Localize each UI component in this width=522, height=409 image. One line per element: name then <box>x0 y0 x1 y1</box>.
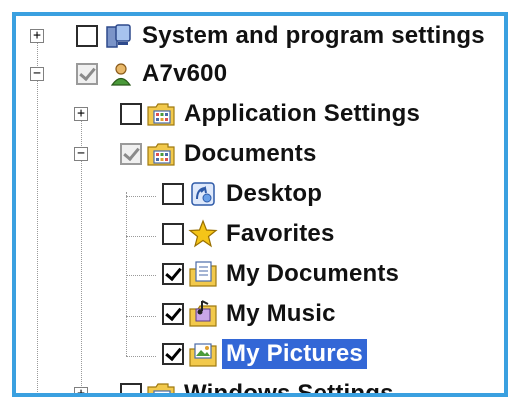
star-icon <box>188 219 218 248</box>
folder-settings-icon <box>147 103 175 126</box>
tree-item-a7v600[interactable]: − A7v600 <box>16 56 504 94</box>
tree-item-desktop[interactable]: Desktop <box>16 176 504 214</box>
tree-item-label: Documents <box>184 140 317 167</box>
tree-item-label: Favorites <box>226 220 335 247</box>
tree-item-my-pictures[interactable]: My Pictures <box>16 336 504 374</box>
tree-item-my-documents[interactable]: My Documents <box>16 256 504 294</box>
tree-item-application-settings[interactable]: + Application Settings <box>16 96 504 134</box>
expand-toggle[interactable]: + <box>74 107 88 121</box>
computer-settings-icon <box>106 24 131 48</box>
item-checkbox[interactable] <box>162 303 184 325</box>
item-checkbox[interactable] <box>120 103 142 125</box>
tree-item-label: My Documents <box>226 260 400 287</box>
tree-item-label: System and program settings <box>142 22 485 49</box>
item-checkbox[interactable] <box>120 383 142 393</box>
item-checkbox[interactable] <box>162 343 184 365</box>
tree-item-system-and-program-settings[interactable]: + System and program settings <box>16 18 504 56</box>
tree-item-documents[interactable]: − Documents <box>16 136 504 174</box>
collapse-toggle[interactable]: − <box>30 67 44 81</box>
item-checkbox[interactable] <box>120 143 142 165</box>
folder-settings-icon <box>147 143 175 166</box>
item-checkbox[interactable] <box>76 63 98 85</box>
document-folder-icon <box>189 261 217 287</box>
collapse-toggle[interactable]: − <box>74 147 88 161</box>
user-icon <box>110 63 132 86</box>
tree-item-my-music[interactable]: My Music <box>16 296 504 334</box>
expand-toggle[interactable]: + <box>30 29 44 43</box>
tree-item-windows-settings[interactable]: + Windows Settings <box>16 376 504 397</box>
tree-item-label: Desktop <box>226 180 323 207</box>
tree-item-label: Application Settings <box>184 100 421 127</box>
tree-item-label-selected: My Pictures <box>222 339 367 369</box>
tree-item-label: Windows Settings <box>184 380 394 397</box>
expand-toggle[interactable]: + <box>74 387 88 393</box>
item-checkbox[interactable] <box>76 25 98 47</box>
music-folder-icon <box>189 300 217 327</box>
item-checkbox[interactable] <box>162 183 184 205</box>
tree-panel: + System and program settings − A7v600 + <box>12 12 508 397</box>
tree-item-favorites[interactable]: Favorites <box>16 216 504 254</box>
item-checkbox[interactable] <box>162 263 184 285</box>
folder-settings-icon <box>147 383 175 393</box>
settings-tree[interactable]: + System and program settings − A7v600 + <box>16 16 504 393</box>
pictures-folder-icon <box>189 343 217 367</box>
desktop-icon <box>191 182 215 206</box>
item-checkbox[interactable] <box>162 223 184 245</box>
tree-item-label: My Music <box>226 300 336 327</box>
tree-item-label: A7v600 <box>142 60 228 87</box>
